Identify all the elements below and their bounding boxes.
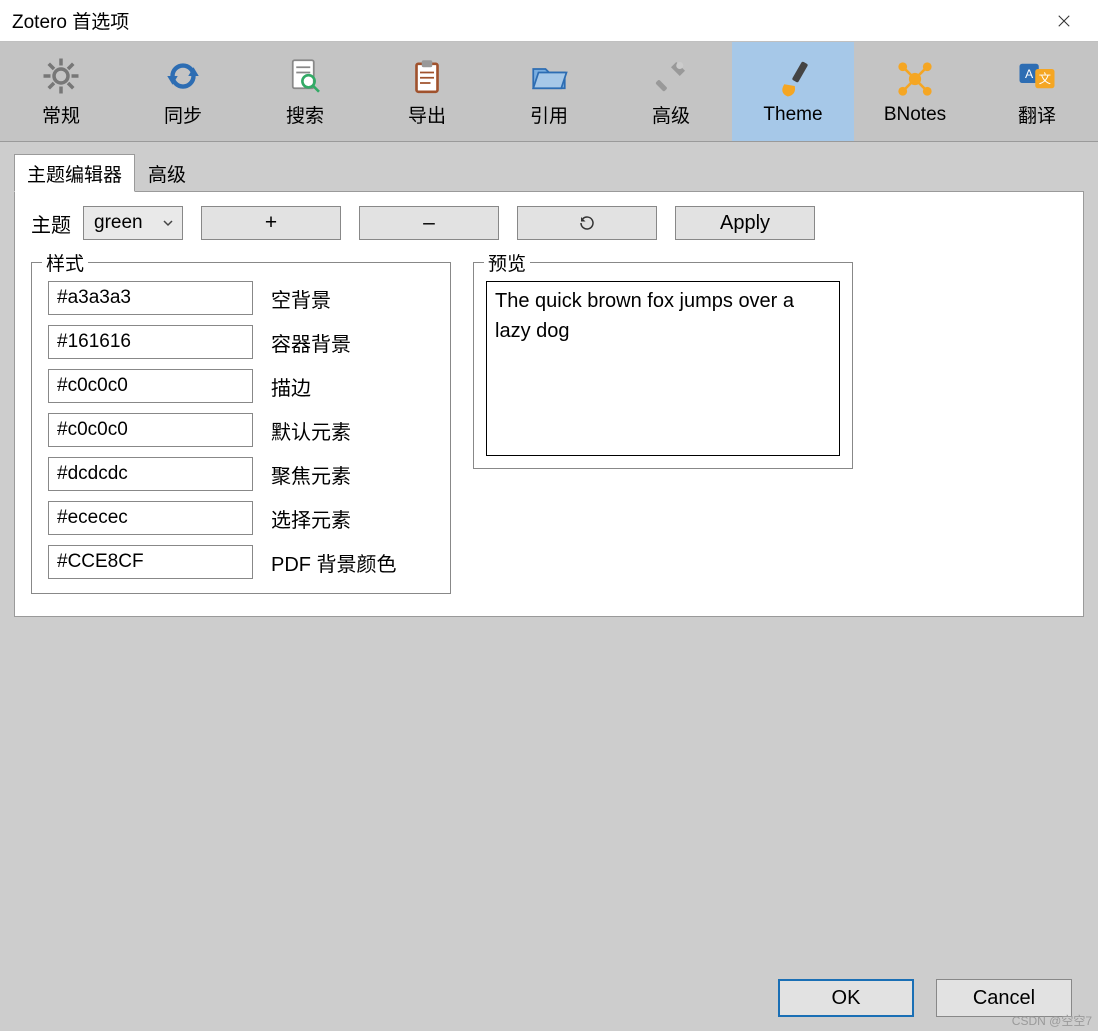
theme-controls-row: 主题 green + – Apply: [31, 206, 1067, 240]
tab-label: 引用: [530, 101, 568, 128]
tab-theme[interactable]: Theme: [732, 42, 854, 141]
tab-cite[interactable]: 引用: [488, 42, 610, 141]
theme-label: 主题: [31, 209, 71, 238]
tab-label: 导出: [408, 101, 446, 128]
close-button[interactable]: [1042, 0, 1086, 42]
style-label: 空背景: [271, 284, 331, 313]
network-icon: [894, 58, 936, 100]
preview-fieldset: 预览 The quick brown fox jumps over a lazy…: [473, 262, 853, 469]
style-row: 描边: [48, 369, 434, 403]
theme-select-value: green: [94, 212, 143, 234]
style-input-select-element[interactable]: [48, 501, 253, 535]
style-input-default-element[interactable]: [48, 413, 253, 447]
preferences-toolbar: 常规 同步 搜索 导出 引用 高级 Theme BNotes A文 翻译: [0, 42, 1098, 142]
theme-select[interactable]: green: [83, 206, 183, 240]
tab-general[interactable]: 常规: [0, 42, 122, 141]
preview-text: The quick brown fox jumps over a lazy do…: [495, 290, 794, 342]
chevron-down-icon: [162, 217, 174, 229]
tab-label: 同步: [164, 101, 202, 128]
tab-advanced[interactable]: 高级: [610, 42, 732, 141]
style-input-stroke[interactable]: [48, 369, 253, 403]
remove-theme-button[interactable]: –: [359, 206, 499, 240]
svg-text:文: 文: [1039, 71, 1051, 86]
style-input-container-bg[interactable]: [48, 325, 253, 359]
styles-fieldset: 样式 空背景 容器背景 描边 默认元素: [31, 262, 451, 594]
styles-legend: 样式: [42, 249, 88, 276]
style-row: 选择元素: [48, 501, 434, 535]
titlebar: Zotero 首选项: [0, 0, 1098, 42]
style-row: 默认元素: [48, 413, 434, 447]
close-icon: [1057, 14, 1071, 28]
tab-label: 常规: [42, 101, 80, 128]
tab-export[interactable]: 导出: [366, 42, 488, 141]
translate-icon: A文: [1016, 55, 1058, 97]
refresh-theme-button[interactable]: [517, 206, 657, 240]
window-title: Zotero 首选项: [12, 7, 1042, 34]
style-input-pdf-bg[interactable]: [48, 545, 253, 579]
apply-button[interactable]: Apply: [675, 206, 815, 240]
tab-search[interactable]: 搜索: [244, 42, 366, 141]
tools-icon: [650, 55, 692, 97]
tab-sync[interactable]: 同步: [122, 42, 244, 141]
gear-icon: [40, 55, 82, 97]
tab-label: 翻译: [1018, 101, 1056, 128]
tab-label: BNotes: [884, 104, 946, 126]
style-label: 描边: [271, 372, 311, 401]
subtabs: 主题编辑器 高级: [14, 156, 1088, 192]
search-doc-icon: [284, 55, 326, 97]
tab-label: Theme: [763, 104, 822, 126]
tab-translate[interactable]: A文 翻译: [976, 42, 1098, 141]
sync-icon: [162, 55, 204, 97]
brush-icon: [772, 58, 814, 100]
subtab-theme-editor[interactable]: 主题编辑器: [14, 154, 135, 192]
watermark: CSDN @空空7: [1012, 1012, 1092, 1029]
refresh-icon: [578, 214, 596, 232]
style-label: 聚焦元素: [271, 460, 351, 489]
style-label: 默认元素: [271, 416, 351, 445]
style-row: PDF 背景颜色: [48, 545, 434, 579]
subtab-advanced[interactable]: 高级: [135, 154, 199, 192]
style-row: 聚焦元素: [48, 457, 434, 491]
style-label: 容器背景: [271, 328, 351, 357]
style-label: 选择元素: [271, 504, 351, 533]
style-row: 空背景: [48, 281, 434, 315]
svg-text:A: A: [1025, 67, 1034, 81]
ok-button[interactable]: OK: [778, 979, 914, 1017]
style-input-empty-bg[interactable]: [48, 281, 253, 315]
tab-bnotes[interactable]: BNotes: [854, 42, 976, 141]
folder-open-icon: [528, 55, 570, 97]
tab-label: 高级: [652, 101, 690, 128]
style-label: PDF 背景颜色: [271, 548, 397, 577]
clipboard-icon: [406, 55, 448, 97]
tab-label: 搜索: [286, 101, 324, 128]
theme-editor-panel: 主题 green + – Apply 样式 空背景 容器背景: [14, 191, 1084, 617]
editor-columns: 样式 空背景 容器背景 描边 默认元素: [31, 262, 1067, 594]
style-input-focus-element[interactable]: [48, 457, 253, 491]
style-row: 容器背景: [48, 325, 434, 359]
add-theme-button[interactable]: +: [201, 206, 341, 240]
preview-legend: 预览: [484, 249, 530, 276]
preview-box: The quick brown fox jumps over a lazy do…: [486, 281, 840, 456]
